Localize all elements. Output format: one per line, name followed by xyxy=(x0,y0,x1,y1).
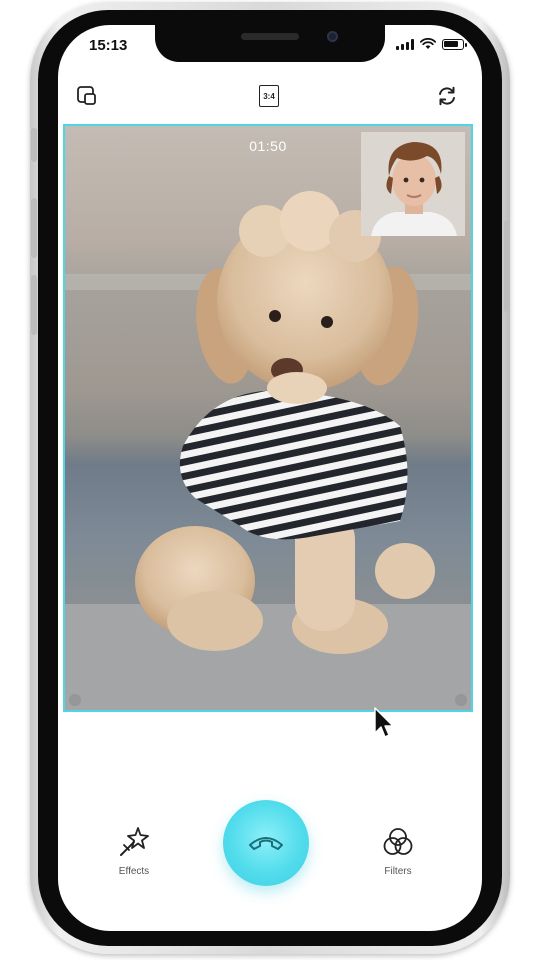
filters-button[interactable]: Filters xyxy=(368,825,428,877)
status-icons xyxy=(396,38,467,50)
switch-camera-button[interactable] xyxy=(434,83,460,109)
volume-up-button xyxy=(31,198,37,258)
hang-up-icon xyxy=(249,837,283,850)
picture-in-picture-button[interactable] xyxy=(74,83,100,109)
battery-icon xyxy=(442,38,467,50)
cellular-signal-icon xyxy=(396,38,414,50)
earpiece-speaker xyxy=(241,33,299,40)
picture-in-picture-icon xyxy=(77,86,96,105)
filters-icon xyxy=(383,828,413,855)
self-view-image xyxy=(361,132,465,236)
effects-label: Effects xyxy=(118,866,150,877)
power-button xyxy=(504,220,510,312)
silent-switch xyxy=(31,128,37,162)
aspect-ratio-label: 3:4 xyxy=(259,85,279,107)
effects-button[interactable]: Effects xyxy=(104,825,164,877)
corner-watermark-left xyxy=(69,694,81,706)
battery-level xyxy=(444,40,458,47)
end-call-button[interactable] xyxy=(223,800,309,886)
aspect-ratio-button[interactable]: 3:4 xyxy=(256,83,282,109)
front-camera-icon xyxy=(327,31,338,42)
wifi-icon xyxy=(420,38,436,49)
self-view-pip[interactable] xyxy=(361,132,465,236)
phone-screen: 15:13 3:4 01:50 Effects Filters xyxy=(58,25,482,931)
switch-camera-icon xyxy=(439,86,455,106)
remote-video-feed[interactable]: 01:50 xyxy=(63,124,473,712)
corner-watermark-right xyxy=(455,694,467,706)
mouse-cursor-icon xyxy=(374,707,394,738)
volume-down-button xyxy=(31,275,37,335)
notch xyxy=(155,25,385,62)
status-time: 15:13 xyxy=(89,37,128,54)
filters-label: Filters xyxy=(384,866,412,877)
magic-wand-icon xyxy=(120,827,149,856)
